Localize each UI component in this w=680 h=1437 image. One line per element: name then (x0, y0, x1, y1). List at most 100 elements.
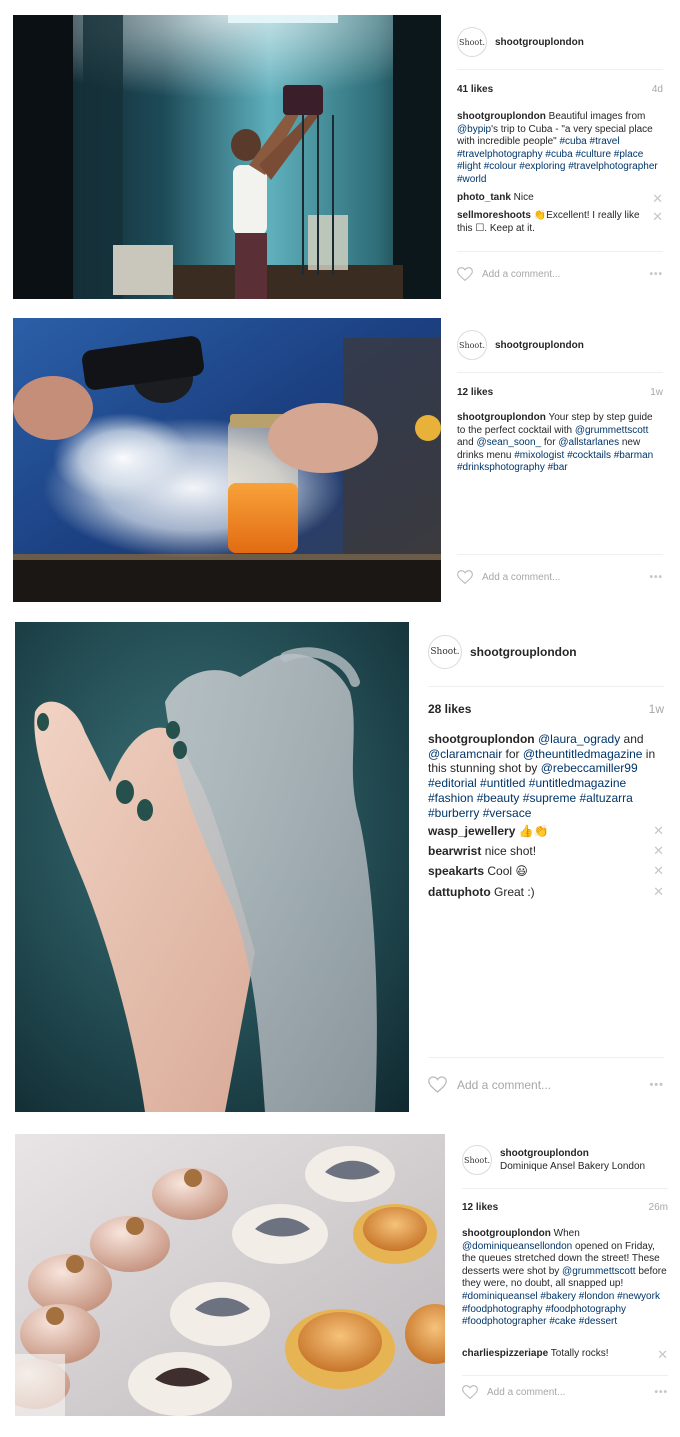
comment-username[interactable]: charliespizzeriape (462, 1348, 548, 1359)
hashtag-link[interactable]: #foodphotography (462, 1304, 543, 1315)
add-comment-input[interactable] (482, 268, 650, 280)
mention-link[interactable]: @sean_soon_ (476, 437, 541, 448)
location-link[interactable]: Dominique Ansel Bakery London (500, 1161, 645, 1172)
mention-link[interactable]: @grummettscott (562, 1266, 636, 1277)
hashtag-link[interactable]: #untitledmagazine (529, 776, 626, 790)
delete-comment-icon[interactable]: ✕ (653, 885, 664, 898)
post-age[interactable]: 4d (652, 84, 663, 95)
comment-text: speakarts Cool 😃 (428, 864, 653, 879)
avatar[interactable]: Shoot. (428, 635, 462, 669)
post-age[interactable]: 1w (649, 702, 664, 716)
heart-icon[interactable] (462, 1385, 478, 1399)
hashtag-link[interactable]: #light (457, 161, 481, 172)
mention-link[interactable]: @laura_ogrady (538, 732, 620, 746)
hashtag-link[interactable]: #cuba (545, 149, 572, 160)
mention-link[interactable]: @allstarlanes (558, 437, 619, 448)
mention-link[interactable]: @claramcnair (428, 747, 502, 761)
likes-count[interactable]: 41 likes (457, 84, 493, 95)
post-age[interactable]: 1w (650, 387, 663, 398)
heart-icon[interactable] (457, 570, 473, 584)
username[interactable]: shootgrouplondon (500, 1148, 645, 1159)
username[interactable]: shootgrouplondon (495, 340, 584, 351)
hashtag-link[interactable]: #cuba (560, 136, 587, 147)
hashtag-link[interactable]: #cake (549, 1316, 576, 1327)
hashtag-link[interactable]: #place (614, 149, 643, 160)
hashtag-link[interactable]: #burberry (428, 806, 479, 820)
caption-username[interactable]: shootgrouplondon (457, 111, 546, 122)
caption-username[interactable]: shootgrouplondon (457, 412, 546, 423)
avatar[interactable]: Shoot. (457, 330, 487, 360)
hashtag-link[interactable]: #london (579, 1291, 615, 1302)
delete-comment-icon[interactable]: ✕ (652, 210, 663, 223)
post-photo-desserts[interactable] (15, 1134, 445, 1416)
delete-comment-icon[interactable]: ✕ (657, 1348, 668, 1361)
hashtag-link[interactable]: #culture (575, 149, 611, 160)
comment-username[interactable]: speakarts (428, 864, 484, 878)
mention-link[interactable]: @rebeccamiller99 (541, 761, 638, 775)
comment-username[interactable]: dattuphoto (428, 885, 491, 899)
hashtag-link[interactable]: #cocktails (567, 450, 611, 461)
comment-username[interactable]: sellmoreshoots (457, 210, 531, 221)
hashtag-link[interactable]: #colour (484, 161, 517, 172)
username[interactable]: shootgrouplondon (470, 645, 577, 659)
hashtag-link[interactable]: #travel (590, 136, 620, 147)
mention-link[interactable]: @dominiqueansellondon (462, 1241, 572, 1252)
likes-count[interactable]: 12 likes (457, 387, 493, 398)
delete-comment-icon[interactable]: ✕ (653, 864, 664, 877)
comment-username[interactable]: bearwrist (428, 844, 481, 858)
likes-count[interactable]: 12 likes (462, 1202, 498, 1213)
photo-desserts-image (15, 1134, 445, 1416)
add-comment-input[interactable] (482, 571, 650, 583)
hashtag-link[interactable]: #drinksphotography (457, 462, 545, 473)
mention-link[interactable]: @theuntitledmagazine (523, 747, 643, 761)
hashtag-link[interactable]: #newyork (617, 1291, 660, 1302)
more-options-icon[interactable]: ••• (649, 269, 663, 280)
hashtag-link[interactable]: #fashion (428, 791, 473, 805)
post-header: Shoot. shootgrouplondon (428, 635, 664, 669)
hashtag-link[interactable]: #editorial (428, 776, 477, 790)
mention-link[interactable]: @grummettscott (575, 425, 649, 436)
caption-username[interactable]: shootgrouplondon (428, 732, 535, 746)
more-options-icon[interactable]: ••• (654, 1387, 668, 1398)
likes-count[interactable]: 28 likes (428, 702, 471, 716)
avatar[interactable]: Shoot. (462, 1145, 492, 1175)
hashtag-link[interactable]: #altuzarra (579, 791, 632, 805)
delete-comment-icon[interactable]: ✕ (653, 824, 664, 837)
hashtag-link[interactable]: #foodphotographer (462, 1316, 547, 1327)
hashtag-link[interactable]: #supreme (523, 791, 576, 805)
hashtag-link[interactable]: #world (457, 174, 486, 185)
heart-icon[interactable] (457, 267, 473, 281)
hashtag-link[interactable]: #bakery (540, 1291, 576, 1302)
hashtag-link[interactable]: #travelphotographer (568, 161, 658, 172)
more-options-icon[interactable]: ••• (649, 1079, 664, 1091)
caption-username[interactable]: shootgrouplondon (462, 1228, 551, 1239)
avatar[interactable]: Shoot. (457, 27, 487, 57)
post-photo-cuba[interactable] (13, 15, 441, 299)
hashtag-link[interactable]: #mixologist (514, 450, 564, 461)
hashtag-link[interactable]: #bar (548, 462, 568, 473)
add-comment-input[interactable] (457, 1077, 650, 1092)
username[interactable]: shootgrouplondon (495, 37, 584, 48)
post-photo-cocktail[interactable] (13, 318, 441, 602)
comment-username[interactable]: wasp_jewellery (428, 824, 515, 838)
photo-cuba-image (13, 15, 441, 299)
post-1: Shoot. shootgrouplondon 41 likes 4d shoo… (0, 0, 680, 305)
hashtag-link[interactable]: #untitled (480, 776, 525, 790)
mention-link[interactable]: @bypip (457, 124, 491, 135)
post-photo-hands[interactable] (15, 622, 409, 1112)
delete-comment-icon[interactable]: ✕ (652, 192, 663, 205)
comment-username[interactable]: photo_tank (457, 192, 511, 203)
delete-comment-icon[interactable]: ✕ (653, 844, 664, 857)
hashtag-link[interactable]: #dessert (579, 1316, 617, 1327)
hashtag-link[interactable]: #travelphotography (457, 149, 543, 160)
hashtag-link[interactable]: #versace (483, 806, 532, 820)
hashtag-link[interactable]: #dominiqueansel (462, 1291, 538, 1302)
more-options-icon[interactable]: ••• (649, 572, 663, 583)
heart-icon[interactable] (428, 1076, 447, 1093)
add-comment-input[interactable] (487, 1386, 655, 1398)
hashtag-link[interactable]: #exploring (519, 161, 565, 172)
hashtag-link[interactable]: #beauty (477, 791, 520, 805)
hashtag-link[interactable]: #barman (614, 450, 653, 461)
hashtag-link[interactable]: #foodphotography (545, 1304, 626, 1315)
post-age[interactable]: 26m (649, 1202, 668, 1213)
